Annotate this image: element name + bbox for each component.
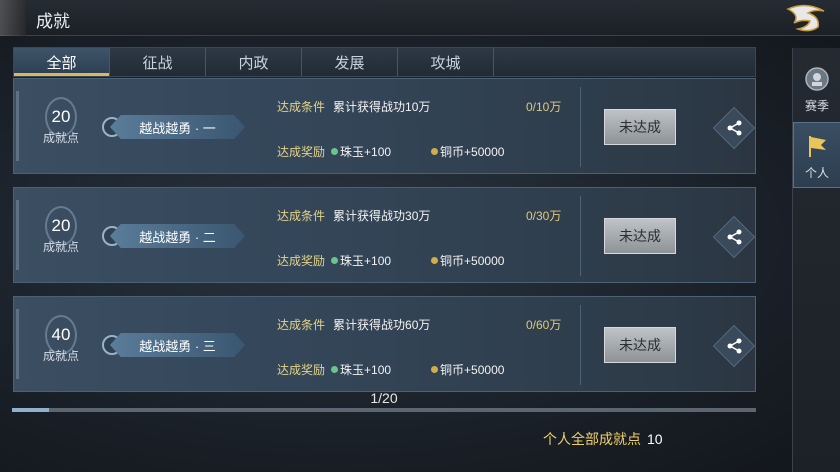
reward: 达成奖励 珠玉+100 铜币+50000 xyxy=(277,143,504,160)
page-indicator: 1/20 xyxy=(370,390,398,406)
points-label: 成就点 xyxy=(42,240,79,254)
divider xyxy=(580,196,581,276)
side-item-season[interactable]: 赛季 xyxy=(793,56,840,122)
reward-gem-text: 珠玉+100 xyxy=(340,363,392,377)
side-menu: 赛季 个人 xyxy=(792,48,840,472)
side-item-label: 个人 xyxy=(804,166,829,180)
points-label: 成就点 xyxy=(42,131,79,145)
condition-text: 累计获得战功30万 xyxy=(333,209,431,223)
dragon-back-icon[interactable] xyxy=(784,3,830,33)
tab-battle[interactable]: 征战 xyxy=(110,48,206,76)
points-badge: 20 成就点 xyxy=(36,93,86,159)
top-bar: 成就 xyxy=(0,0,840,36)
season-icon xyxy=(805,67,829,91)
page-title: 成就 xyxy=(36,12,70,31)
divider xyxy=(580,87,581,167)
scroll-bar[interactable] xyxy=(12,408,756,412)
reward-coin-text: 铜币+50000 xyxy=(440,363,505,377)
progress-text: 0/10万 xyxy=(526,100,562,114)
card-edge xyxy=(16,309,19,379)
card-edge xyxy=(16,91,19,161)
claim-button[interactable]: 未达成 xyxy=(604,218,676,254)
scroll-thumb[interactable] xyxy=(12,408,50,412)
coin-icon xyxy=(431,257,439,264)
points-value: 40 xyxy=(51,325,71,344)
achievement-name: 越战越勇 · 三 xyxy=(110,333,245,357)
condition-label: 达成条件 xyxy=(277,100,326,114)
gem-icon xyxy=(331,257,339,264)
achievement-card: 20 成就点 越战越勇 · 一 达成条件 累计获得战功10万 0/10万 达成奖励… xyxy=(13,78,756,174)
condition: 达成条件 累计获得战功30万 xyxy=(277,207,430,224)
reward-coin-text: 铜币+50000 xyxy=(440,145,505,159)
divider xyxy=(580,305,581,385)
reward: 达成奖励 珠玉+100 铜币+50000 xyxy=(277,361,504,378)
share-icon[interactable] xyxy=(725,227,745,247)
condition: 达成条件 累计获得战功60万 xyxy=(277,316,430,333)
points-value: 20 xyxy=(51,216,71,235)
category-tabs: 全部 征战 内政 发展 攻城 xyxy=(13,47,756,77)
reward: 达成奖励 珠玉+100 铜币+50000 xyxy=(277,252,504,269)
condition: 达成条件 累计获得战功10万 xyxy=(277,98,430,115)
reward-coin: 铜币+50000 xyxy=(431,143,504,160)
share-icon[interactable] xyxy=(725,118,745,138)
flag-icon xyxy=(809,136,826,157)
condition-label: 达成条件 xyxy=(277,318,326,332)
card-edge xyxy=(16,200,19,270)
total-points: 个人全部成就点 10 xyxy=(543,429,663,449)
achievement-card: 40 成就点 越战越勇 · 三 达成条件 累计获得战功60万 0/60万 达成奖励… xyxy=(13,296,756,392)
share-icon[interactable] xyxy=(725,336,745,356)
progress-text: 0/60万 xyxy=(526,318,562,332)
points-badge: 40 成就点 xyxy=(36,311,86,377)
achievement-name: 越战越勇 · 二 xyxy=(110,224,245,248)
side-item-label: 赛季 xyxy=(804,99,829,113)
condition-label: 达成条件 xyxy=(277,209,326,223)
coin-icon xyxy=(431,148,439,155)
reward-coin-text: 铜币+50000 xyxy=(440,254,505,268)
reward-gem: 珠玉+100 xyxy=(331,252,391,269)
reward-label: 达成奖励 xyxy=(277,145,326,159)
tab-internal[interactable]: 内政 xyxy=(206,48,302,76)
points-value: 20 xyxy=(51,107,71,126)
coin-icon xyxy=(431,366,439,373)
total-value: 10 xyxy=(647,431,663,447)
tab-all[interactable]: 全部 xyxy=(14,48,110,76)
reward-gem: 珠玉+100 xyxy=(331,143,391,160)
progress-text: 0/30万 xyxy=(526,209,562,223)
reward-label: 达成奖励 xyxy=(277,363,326,377)
reward-gem: 珠玉+100 xyxy=(331,361,391,378)
side-item-personal[interactable]: 个人 xyxy=(793,122,840,188)
total-label: 个人全部成就点 xyxy=(543,431,641,447)
reward-coin: 铜币+50000 xyxy=(431,361,504,378)
reward-gem-text: 珠玉+100 xyxy=(340,145,392,159)
reward-label: 达成奖励 xyxy=(277,254,326,268)
achievement-card: 20 成就点 越战越勇 · 二 达成条件 累计获得战功30万 0/30万 达成奖励… xyxy=(13,187,756,283)
claim-button[interactable]: 未达成 xyxy=(604,327,676,363)
points-badge: 20 成就点 xyxy=(36,202,86,268)
reward-coin: 铜币+50000 xyxy=(431,252,504,269)
tab-development[interactable]: 发展 xyxy=(302,48,398,76)
gem-icon xyxy=(331,148,339,155)
condition-text: 累计获得战功10万 xyxy=(333,100,431,114)
achievement-name: 越战越勇 · 一 xyxy=(110,115,245,139)
points-label: 成就点 xyxy=(42,349,79,363)
header-ornament xyxy=(0,0,26,36)
gem-icon xyxy=(331,366,339,373)
tab-siege[interactable]: 攻城 xyxy=(398,48,494,76)
condition-text: 累计获得战功60万 xyxy=(333,318,431,332)
claim-button[interactable]: 未达成 xyxy=(604,109,676,145)
reward-gem-text: 珠玉+100 xyxy=(340,254,392,268)
